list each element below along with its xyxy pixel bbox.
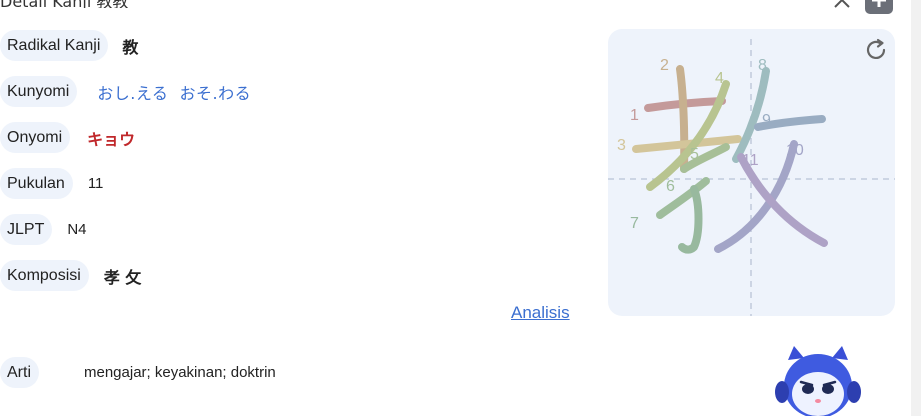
stroke-number-7: 7 [630, 215, 639, 232]
detail-row-kunyomi: Kunyomi おし.える おそ.わる [0, 76, 251, 107]
stroke-number-3: 3 [617, 137, 626, 154]
scrollbar[interactable] [911, 0, 921, 416]
kunyomi-label: Kunyomi [0, 76, 78, 107]
mascot-avatar[interactable] [770, 346, 866, 416]
detail-row-radikal: Radikal Kanji 教 [0, 30, 138, 61]
stroke-number-6: 6 [666, 178, 675, 195]
jlpt-value: N4 [67, 221, 87, 238]
kunyomi-value[interactable]: おし.える おそ.わる [97, 80, 251, 104]
stroke-order-panel: 1 2 3 4 5 6 7 8 9 10 11 [608, 29, 895, 316]
stroke-number-4: 4 [715, 70, 724, 87]
detail-row-jlpt: JLPT N4 [0, 214, 87, 245]
arti-label: Arti [0, 357, 39, 388]
add-icon[interactable] [865, 0, 893, 14]
radikal-value: 教 [122, 37, 139, 57]
detail-row-onyomi: Onyomi キョウ [0, 122, 135, 153]
pukulan-label: Pukulan [0, 168, 73, 199]
onyomi-label: Onyomi [0, 122, 71, 153]
detail-row-arti: Arti mengajar; keyakinan; doktrin [0, 357, 276, 388]
replay-icon[interactable] [863, 37, 889, 63]
page-title: Detail Kanji 教教 [0, 0, 128, 8]
arti-value: mengajar; keyakinan; doktrin [84, 364, 276, 381]
stroke-number-10: 10 [786, 142, 804, 159]
detail-row-komposisi: Komposisi 孝 攵 [0, 260, 141, 291]
komposisi-value[interactable]: 孝 攵 [104, 264, 142, 288]
pukulan-value: 11 [87, 175, 104, 192]
stroke-number-1: 1 [630, 107, 639, 124]
analysis-link[interactable]: Analisis [511, 303, 570, 323]
stroke-number-8: 8 [758, 57, 767, 74]
detail-row-pukulan: Pukulan 11 [0, 168, 103, 199]
jlpt-label: JLPT [0, 214, 53, 245]
stroke-number-11: 11 [742, 152, 759, 169]
radikal-label: Radikal Kanji [0, 30, 109, 61]
stroke-order-diagram: 1 2 3 4 5 6 7 8 9 10 11 [608, 39, 895, 316]
stroke-number-2: 2 [660, 57, 669, 74]
stroke-number-9: 9 [762, 112, 771, 129]
komposisi-label: Komposisi [0, 260, 89, 291]
header-actions [831, 0, 893, 14]
onyomi-value[interactable]: キョウ [87, 126, 135, 150]
stroke-number-5: 5 [690, 146, 699, 163]
close-icon[interactable] [831, 0, 853, 11]
